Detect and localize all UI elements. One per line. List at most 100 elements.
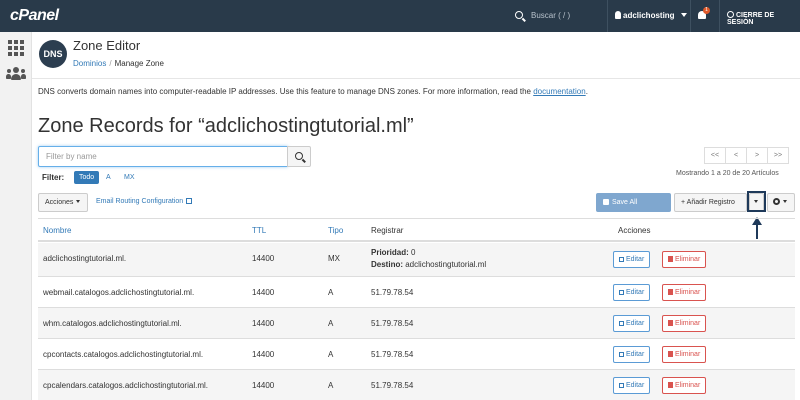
delete-button[interactable]: Eliminar [662, 284, 707, 301]
logout-button[interactable]: CIERRE DE SESIÓN [727, 11, 800, 26]
record-ttl: 14400 [252, 288, 275, 297]
pencil-icon [619, 383, 624, 388]
gear-icon [773, 198, 780, 205]
record-value: 51.79.78.54 [371, 350, 414, 359]
search-icon [295, 152, 303, 160]
filter-mx[interactable]: MX [119, 171, 140, 184]
record-type: MX [328, 254, 340, 263]
trash-icon [668, 382, 673, 388]
settings-dropdown[interactable] [767, 193, 795, 212]
pencil-icon [619, 352, 624, 357]
search-placeholder: Buscar ( / ) [531, 11, 571, 20]
notifications-button[interactable]: 1 [697, 7, 710, 21]
delete-label: Eliminar [675, 320, 701, 327]
page-description: DNS converts domain names into computer-… [38, 87, 588, 96]
table-row: cpcontacts.catalogos.adclichostingtutori… [38, 339, 795, 370]
cpanel-logo[interactable]: cPanel [10, 7, 59, 25]
table-row: cpcalendars.catalogos.adclichostingtutor… [38, 370, 795, 400]
delete-button[interactable]: Eliminar [662, 377, 707, 394]
breadcrumb-current: Manage Zone [114, 59, 164, 68]
save-icon [603, 199, 609, 205]
record-name: webmail.catalogos.adclichostingtutorial.… [43, 288, 195, 297]
breadcrumb-separator: / [109, 59, 112, 68]
edit-button[interactable]: Editar [613, 346, 651, 363]
breadcrumb: Dominios / Manage Zone [73, 59, 164, 68]
first-page-button[interactable]: << [704, 147, 726, 164]
delete-button[interactable]: Eliminar [662, 346, 707, 363]
last-page-button[interactable]: >> [767, 147, 789, 164]
top-navbar: cPanel Buscar ( / ) adclichosting 1 CIER… [0, 0, 800, 32]
priority-label: Prioridad: [371, 248, 409, 257]
trash-icon [668, 256, 673, 262]
email-routing-link[interactable]: Email Routing Configuration [96, 198, 193, 205]
column-header-tipo[interactable]: Tipo [328, 226, 343, 235]
username: adclichosting [623, 11, 675, 20]
record-ttl: 14400 [252, 350, 275, 359]
user-menu[interactable]: adclichosting [615, 11, 687, 20]
record-ttl: 14400 [252, 254, 275, 263]
save-all-records-button[interactable]: Save All Records [596, 193, 671, 223]
priority-value: 0 [411, 248, 416, 257]
record-type: A [328, 319, 334, 328]
table-row: adclichostingtutorial.ml. 14400 MX Prior… [38, 243, 795, 277]
delete-button[interactable]: Eliminar [662, 251, 707, 268]
highlight-box [747, 191, 766, 212]
chevron-down-icon [783, 200, 787, 203]
users-icon[interactable] [6, 67, 26, 81]
page-title: Zone Editor [73, 38, 141, 53]
prev-page-button[interactable]: < [725, 147, 747, 164]
edit-label: Editar [626, 351, 645, 358]
destination-label: Destino: [371, 260, 403, 269]
record-type: A [328, 381, 334, 390]
column-header-acciones: Acciones [618, 226, 651, 235]
record-name: cpcontacts.catalogos.adclichostingtutori… [43, 350, 204, 359]
record-ttl: 14400 [252, 381, 275, 390]
add-record-button[interactable]: + Añadir Registro [674, 193, 747, 212]
breadcrumb-dominios[interactable]: Dominios [73, 59, 106, 68]
column-header-nombre[interactable]: Nombre [43, 226, 71, 235]
trash-icon [668, 351, 673, 357]
email-routing-label: Email Routing Configuration [96, 198, 184, 205]
power-icon [727, 11, 734, 18]
filter-todo[interactable]: Todo [74, 171, 100, 184]
edit-button[interactable]: Editar [613, 377, 651, 394]
delete-label: Eliminar [675, 289, 701, 296]
showing-count: Mostrando 1 a 20 de 20 Artículos [676, 170, 779, 177]
column-header-ttl[interactable]: TTL [252, 226, 266, 235]
delete-label: Eliminar [675, 351, 701, 358]
filter-input[interactable] [38, 146, 288, 167]
zone-records-title: Zone Records for “adclichostingtutorial.… [38, 115, 414, 137]
user-icon [615, 11, 621, 19]
divider [32, 78, 800, 79]
filter-a[interactable]: A [101, 171, 116, 184]
table-row: whm.catalogos.adclichostingtutorial.ml. … [38, 308, 795, 339]
table-header: Nombre TTL Tipo Registrar Acciones [38, 218, 795, 242]
edit-button[interactable]: Editar [613, 284, 651, 301]
record-ttl: 14400 [252, 319, 275, 328]
delete-button[interactable]: Eliminar [662, 315, 707, 332]
edit-label: Editar [626, 382, 645, 389]
next-page-button[interactable]: > [746, 147, 768, 164]
apps-grid-icon[interactable] [8, 40, 24, 56]
record-destination: Destino: adclichostingtutorial.ml [371, 260, 486, 269]
record-type: A [328, 288, 334, 297]
documentation-link[interactable]: documentation [533, 87, 585, 96]
logout-label: CIERRE DE SESIÓN [727, 12, 775, 26]
left-sidebar [0, 32, 32, 400]
edit-label: Editar [626, 289, 645, 296]
global-search[interactable]: Buscar ( / ) [515, 11, 570, 20]
edit-button[interactable]: Editar [613, 315, 651, 332]
divider [690, 0, 691, 32]
pencil-icon [619, 257, 624, 262]
dns-logo: DNS [39, 40, 67, 68]
actions-dropdown[interactable]: Acciones [38, 193, 88, 212]
column-header-registrar: Registrar [371, 226, 404, 235]
chevron-down-icon [76, 200, 81, 203]
description-end: . [585, 87, 588, 96]
pencil-icon [619, 321, 624, 326]
filter-search-button[interactable] [287, 146, 311, 167]
edit-button[interactable]: Editar [613, 251, 651, 268]
record-value: 51.79.78.54 [371, 288, 414, 297]
trash-icon [668, 289, 673, 295]
record-priority: Prioridad: 0 [371, 248, 415, 257]
